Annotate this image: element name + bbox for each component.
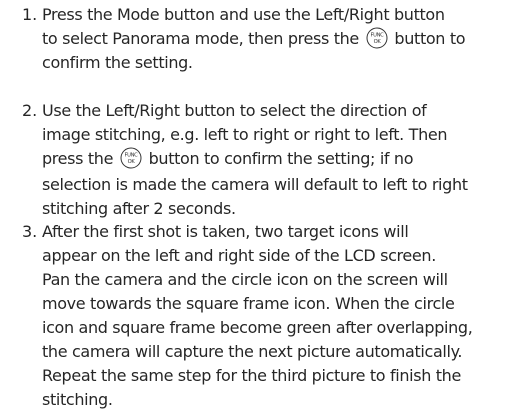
icon-text-bottom: OK (127, 159, 135, 165)
step-text: Press the Mode button and use the Left/R… (42, 3, 517, 75)
text-line: Press the Mode button and use the Left/R… (42, 5, 445, 24)
instruction-document: 1. Press the Mode button and use the Lef… (0, 0, 517, 409)
text-line: selection is made the camera will defaul… (42, 175, 468, 194)
text-line: move towards the square frame icon. When… (42, 294, 455, 313)
text-line-with-icon: to select Panorama mode, then press the … (42, 27, 517, 51)
step-number: 2. (22, 101, 38, 120)
text-line: stitching after 2 seconds. (42, 199, 236, 218)
text-line-with-icon: press the FUNC OK button to confirm the s… (42, 147, 517, 173)
text-fragment: button to (394, 29, 466, 48)
text-line: stitching. (42, 390, 113, 409)
icon-text-bottom: OK (373, 39, 381, 45)
text-line: Repeat the same step for the third pictu… (42, 366, 461, 385)
func-ok-button-icon: FUNC OK (120, 147, 142, 169)
text-fragment: to select Panorama mode, then press the (42, 29, 359, 48)
step-text: Use the Left/Right button to select the … (42, 99, 517, 221)
text-fragment: button to confirm the setting; if no (148, 149, 414, 168)
text-fragment: press the (42, 149, 114, 168)
text-line: confirm the setting. (42, 53, 193, 72)
text-line: icon and square frame become green after… (42, 318, 473, 337)
text-line: After the first shot is taken, two targe… (42, 222, 409, 241)
func-ok-button-icon: FUNC OK (366, 27, 388, 49)
icon-text-top: FUNC (370, 32, 384, 38)
text-line: image stitching, e.g. left to right or r… (42, 125, 448, 144)
text-line: the camera will capture the next picture… (42, 342, 463, 361)
step-text: After the first shot is taken, two targe… (42, 220, 517, 412)
text-line: appear on the left and right side of the… (42, 246, 436, 265)
text-line: Pan the camera and the circle icon on th… (42, 270, 448, 289)
text-line: Use the Left/Right button to select the … (42, 101, 427, 120)
icon-text-top: FUNC (124, 152, 138, 158)
step-number: 3. (22, 222, 38, 241)
step-number: 1. (22, 5, 38, 24)
